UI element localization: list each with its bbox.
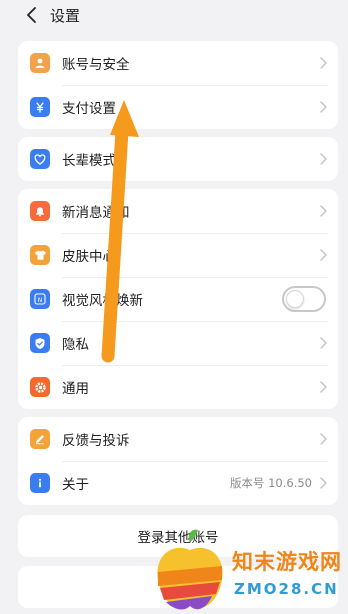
general-group: 新消息通知 皮肤中心 N 视觉风格焕新 隐私 通用	[18, 189, 338, 409]
row-label: 账号与安全	[62, 57, 130, 73]
row-general[interactable]: 通用	[18, 365, 338, 409]
chevron-right-icon	[320, 433, 327, 445]
visual-style-toggle[interactable]	[282, 286, 326, 312]
row-visual-style-refresh: N 视觉风格焕新	[18, 277, 338, 321]
bell-icon	[30, 201, 50, 221]
yuan-icon	[30, 97, 50, 117]
row-label: 关于	[62, 477, 89, 493]
pencil-icon	[30, 429, 50, 449]
page-title: 设置	[50, 6, 81, 25]
row-label: 新消息通知	[62, 205, 130, 221]
apple-logo-icon	[157, 529, 223, 610]
row-label: 隐私	[62, 337, 89, 353]
chevron-right-icon	[320, 205, 327, 217]
chevron-right-icon	[320, 477, 327, 489]
row-label: 支付设置	[62, 101, 116, 117]
back-arrow-icon[interactable]	[22, 5, 42, 25]
user-icon	[30, 53, 50, 73]
info-icon	[30, 473, 50, 493]
watermark: 知末游戏网 ZMO28.CN	[150, 528, 348, 614]
about-group: 反馈与投诉 关于 版本号 10.6.50	[18, 417, 338, 505]
elder-group: 长辈模式	[18, 137, 338, 181]
row-elder-mode[interactable]: 长辈模式	[18, 137, 338, 181]
new-badge-icon: N	[30, 289, 50, 309]
row-label: 反馈与投诉	[62, 433, 130, 449]
account-group: 账号与安全 支付设置	[18, 41, 338, 129]
row-label: 长辈模式	[62, 153, 116, 169]
row-label: 视觉风格焕新	[62, 293, 143, 309]
chevron-right-icon	[320, 381, 327, 393]
row-label: 通用	[62, 381, 89, 397]
row-new-message-notification[interactable]: 新消息通知	[18, 189, 338, 233]
watermark-domain: ZMO28.CN	[234, 580, 339, 598]
version-value: 版本号 10.6.50	[229, 476, 312, 490]
chevron-right-icon	[320, 153, 327, 165]
shirt-icon	[30, 245, 50, 265]
svg-text:N: N	[38, 297, 43, 304]
chevron-right-icon	[320, 101, 327, 113]
chevron-right-icon	[320, 57, 327, 69]
row-privacy[interactable]: 隐私	[18, 321, 338, 365]
chevron-right-icon	[320, 249, 327, 261]
watermark-text: 知末游戏网	[232, 550, 342, 574]
shield-icon	[30, 333, 50, 353]
chevron-right-icon	[320, 337, 327, 349]
heart-icon	[30, 149, 50, 169]
header: 设置	[0, 0, 348, 30]
toggle-knob	[286, 290, 304, 308]
row-payment-settings[interactable]: 支付设置	[18, 85, 338, 129]
row-label: 皮肤中心	[62, 249, 116, 265]
row-skin-center[interactable]: 皮肤中心	[18, 233, 338, 277]
row-account-security[interactable]: 账号与安全	[18, 41, 338, 85]
row-feedback[interactable]: 反馈与投诉	[18, 417, 338, 461]
row-about[interactable]: 关于 版本号 10.6.50	[18, 461, 338, 505]
gear-icon	[30, 377, 50, 397]
